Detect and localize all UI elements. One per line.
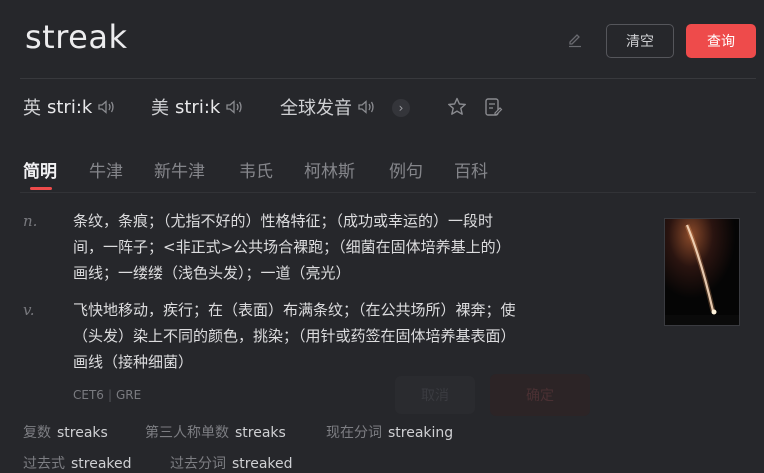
form-past-participle: 过去分词 streaked [170,453,293,473]
tag-gre: GRE [115,388,142,402]
global-pronunciation[interactable]: 全球发音 [280,94,376,120]
pencil-icon[interactable] [566,31,584,49]
form-plural: 复数 streaks [23,422,108,442]
global-label: 全球发音 [280,98,352,119]
form-third-person: 第三人称单数 streaks [145,422,286,442]
clear-button[interactable]: 清空 [606,24,674,58]
form-label: 过去式 [23,456,65,472]
uk-pronunciation[interactable]: 英 stri:k [23,94,116,120]
tab-encyclopedia[interactable]: 百科 [454,157,488,182]
tab-oxford[interactable]: 牛津 [89,157,123,182]
definition-verb: 飞快地移动，疾行；在（表面）布满条纹；（在公共场所）裸奔；使 （头发）染上不同的… [73,297,623,375]
tag-cet6: CET6 [73,388,104,402]
form-present-participle: 现在分词 streaking [326,422,453,442]
header-divider [20,78,756,79]
form-label: 过去分词 [170,456,226,472]
word-illustration-image[interactable] [664,218,740,326]
form-value[interactable]: streaks [57,425,108,441]
tab-examples[interactable]: 例句 [389,157,423,182]
definition-line: 画线；一缕缕（浅色头发）；一道（亮光） [73,264,351,282]
tab-concise[interactable]: 简明 [23,157,57,182]
star-icon[interactable] [446,96,468,118]
form-value[interactable]: streaking [388,425,453,441]
form-past-tense: 过去式 streaked [23,453,132,473]
form-value[interactable]: streaked [71,456,132,472]
us-pronunciation[interactable]: 美 stri:k [151,94,244,120]
uk-label: 英 [23,98,41,119]
pos-noun: n. [23,212,38,230]
tabs-divider [20,192,756,193]
us-phonetic: stri:k [175,96,221,118]
tab-new-oxford[interactable]: 新牛津 [154,157,205,182]
form-value[interactable]: streaked [232,456,293,472]
form-value[interactable]: streaks [235,425,286,441]
form-label: 第三人称单数 [145,425,229,441]
active-tab-indicator [30,187,52,190]
us-label: 美 [151,98,169,119]
search-button[interactable]: 查询 [686,24,756,58]
chevron-right-icon[interactable]: › [392,99,410,117]
definition-noun: 条纹，条痕；（尤指不好的）性格特征；（成功或幸运的）一段时 间，一阵子；<非正式… [73,208,623,286]
ghost-cancel-button: 取消 [395,376,475,414]
uk-phonetic: stri:k [47,96,93,118]
speaker-icon[interactable] [356,97,376,117]
definition-line: 飞快地移动，疾行；在（表面）布满条纹；（在公共场所）裸奔；使 [73,301,516,319]
tab-collins[interactable]: 柯林斯 [304,157,355,182]
form-label: 复数 [23,425,51,441]
definition-line: 画线（接种细菌） [73,353,194,371]
form-label: 现在分词 [326,425,382,441]
definition-line: （头发）染上不同的颜色，挑染；（用针或药签在固体培养基表面） [73,327,516,345]
exam-tags: CET6 | GRE [73,388,142,402]
tab-webster[interactable]: 韦氏 [239,157,273,182]
speaker-icon[interactable] [224,97,244,117]
headword: streak [25,18,128,56]
pos-verb: v. [23,301,35,319]
definition-line: 间，一阵子；<非正式>公共场合裸跑；（细菌在固体培养基上的） [73,238,511,256]
note-edit-icon[interactable] [482,96,504,118]
definition-line: 条纹，条痕；（尤指不好的）性格特征；（成功或幸运的）一段时 [73,212,494,230]
speaker-icon[interactable] [96,97,116,117]
ghost-confirm-button: 确定 [490,374,590,416]
